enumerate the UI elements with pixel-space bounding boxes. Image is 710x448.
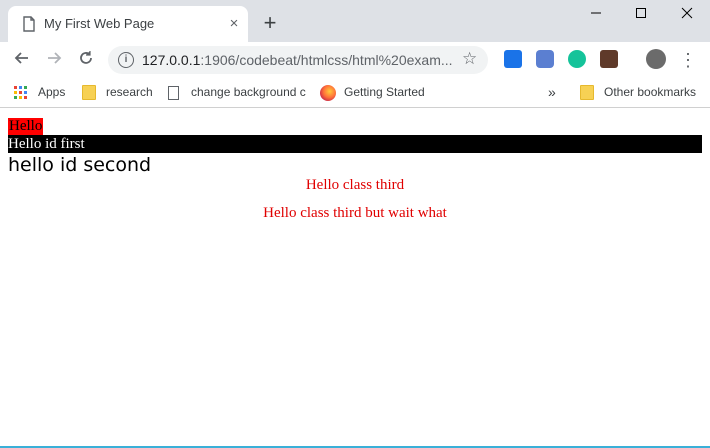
reload-icon: [80, 51, 92, 64]
hello-class-third: Hello class third: [305, 177, 405, 193]
menu-button[interactable]: ⋮: [676, 48, 700, 72]
forward-arrow-icon: [48, 52, 62, 64]
toolbar: i 127.0.0.1:1906/codebeat/htmlcss/html%2…: [0, 42, 710, 78]
apps-grid-icon: [14, 85, 28, 100]
folder-icon: [580, 85, 594, 101]
bookmark-research[interactable]: research: [82, 83, 153, 101]
hello-text: Hello: [8, 118, 44, 135]
minimize-icon: [591, 12, 601, 14]
reload-button[interactable]: [74, 48, 98, 72]
tab-title: My First Web Page: [44, 16, 155, 31]
bookmark-change-background[interactable]: change background c: [168, 83, 306, 101]
camera-extension-icon[interactable]: [536, 50, 554, 68]
close-tab-icon[interactable]: ×: [224, 14, 244, 34]
hello-id-second: hello id second: [8, 154, 152, 176]
page-icon: [168, 85, 179, 100]
page-icon: [22, 16, 36, 32]
folder-icon: [82, 85, 96, 101]
hello-class-third-wait: Hello class third but wait what: [263, 205, 447, 221]
profile-avatar[interactable]: [646, 49, 666, 69]
back-arrow-icon: [14, 52, 28, 64]
browser-tab[interactable]: My First Web Page ×: [8, 6, 248, 42]
translate-extension-icon[interactable]: [504, 50, 522, 68]
back-button[interactable]: [10, 48, 34, 72]
info-icon[interactable]: i: [118, 52, 134, 68]
address-bar[interactable]: i 127.0.0.1:1906/codebeat/htmlcss/html%2…: [108, 46, 488, 74]
forward-button[interactable]: [42, 48, 66, 72]
bookmark-other[interactable]: Other bookmarks: [580, 83, 696, 101]
grammarly-extension-icon[interactable]: [568, 50, 586, 68]
firefox-icon: [320, 84, 336, 101]
bookmark-apps[interactable]: Apps: [14, 83, 65, 101]
bookmark-getting-started[interactable]: Getting Started: [320, 83, 425, 101]
bookmark-star-icon[interactable]: ☆: [462, 49, 477, 69]
maximize-icon: [636, 8, 646, 18]
url-text[interactable]: 127.0.0.1:1906/codebeat/htmlcss/html%20e…: [142, 52, 453, 68]
minimize-button[interactable]: [573, 0, 619, 30]
page-content: Hello Hello id first hello id second Hel…: [0, 108, 710, 448]
new-tab-button[interactable]: +: [258, 12, 282, 36]
maximize-button[interactable]: [618, 0, 664, 30]
incognito-extension-icon[interactable]: [600, 50, 618, 68]
close-icon: [681, 7, 693, 19]
hello-id-first: Hello id first: [8, 135, 702, 153]
title-bar: My First Web Page × +: [0, 0, 710, 42]
bookmarks-overflow-button[interactable]: »: [548, 83, 556, 101]
close-window-button[interactable]: [664, 0, 710, 30]
bookmarks-bar: Apps research change background c Gettin…: [0, 78, 710, 108]
